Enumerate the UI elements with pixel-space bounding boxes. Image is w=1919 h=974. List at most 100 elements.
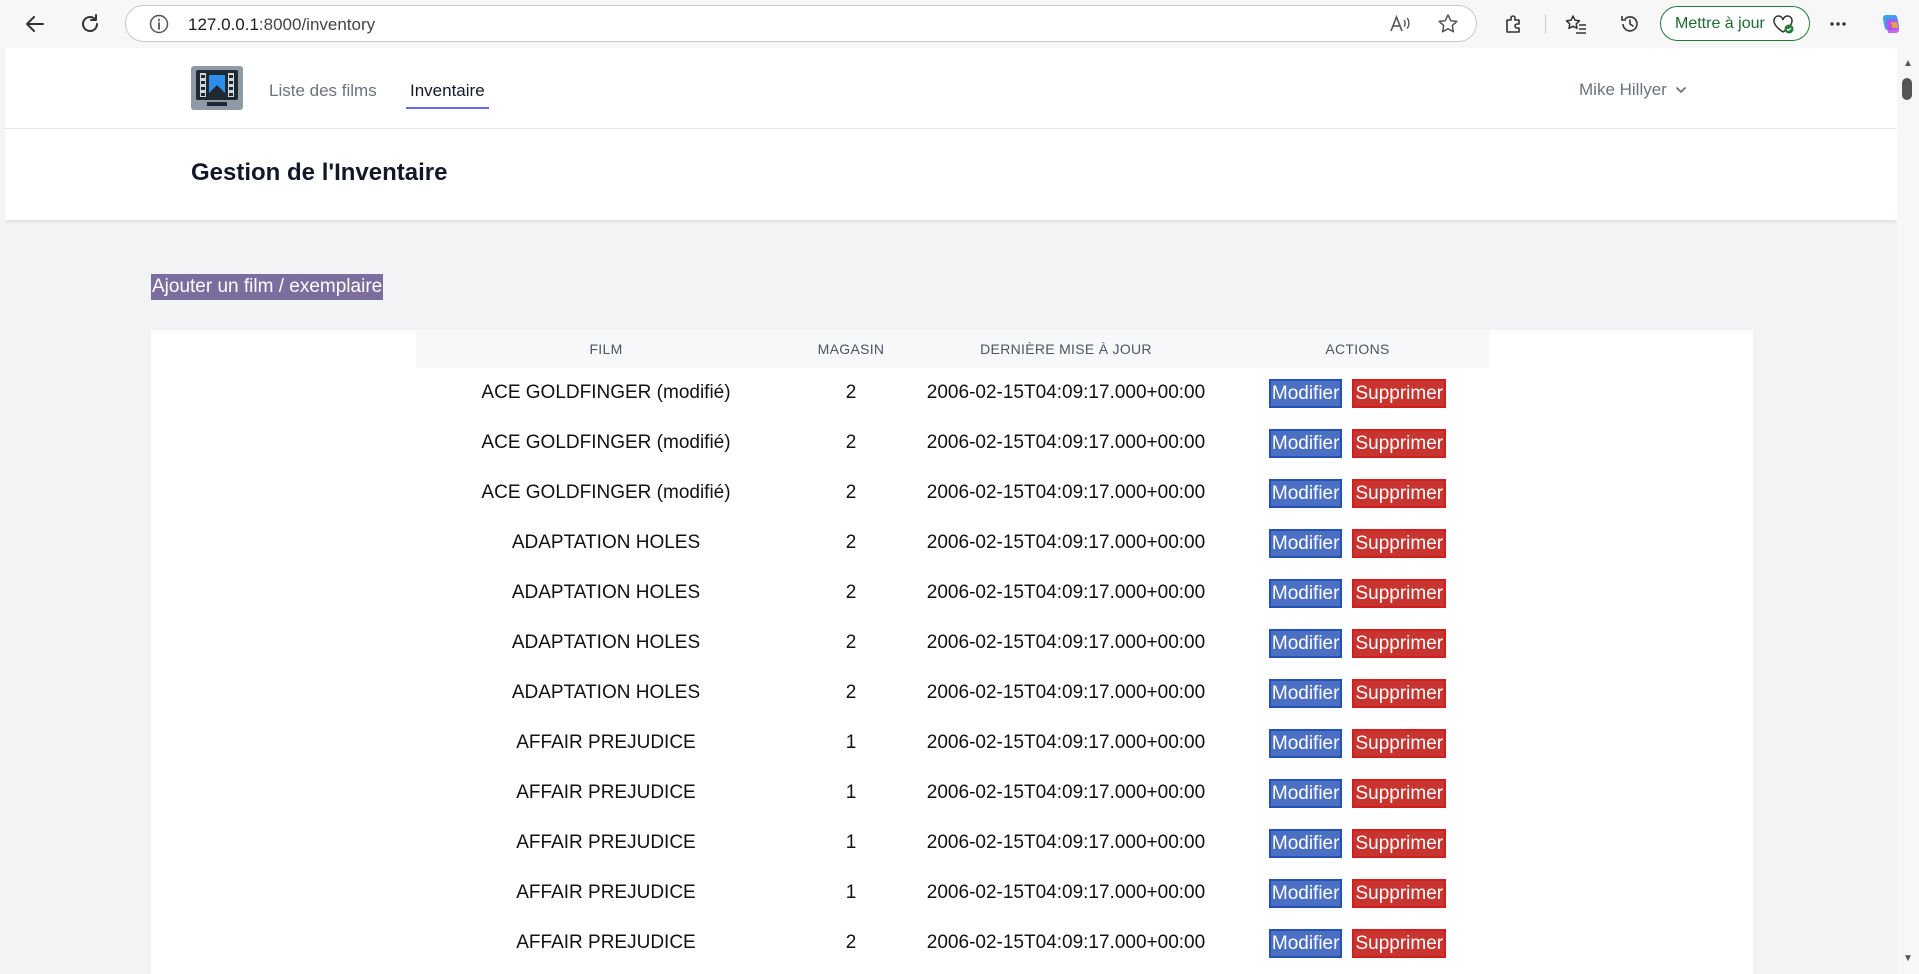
last-update-cell: 2006-02-15T04:09:17.000+00:00	[926, 832, 1206, 853]
actions-cell: Modifier Supprimer	[1226, 918, 1489, 968]
film-cell: ACE GOLDFINGER (modifié)	[481, 482, 731, 503]
table-row: ADAPTATION HOLES 2 2006-02-15T04:09:17.000…	[416, 618, 1489, 668]
delete-button[interactable]: Supprimer	[1352, 678, 1447, 708]
table-row: AFFAIR PREJUDICE 1 2006-02-15T04:09:17.000…	[416, 818, 1489, 868]
scroll-up-arrow-icon[interactable]: ▲	[1903, 58, 1913, 69]
back-button[interactable]	[19, 8, 51, 40]
vertical-scrollbar[interactable]: ▲ ▼	[1897, 48, 1919, 974]
actions-cell: Modifier Supprimer	[1226, 368, 1489, 418]
actions-cell: Modifier Supprimer	[1226, 518, 1489, 568]
store-cell: 1	[845, 882, 857, 903]
actions-cell: Modifier Supprimer	[1226, 418, 1489, 468]
last-update-cell: 2006-02-15T04:09:17.000+00:00	[926, 682, 1206, 703]
film-cell: AFFAIR PREJUDICE	[516, 882, 696, 903]
edit-button[interactable]: Modifier	[1268, 578, 1343, 608]
column-header-last-update: DERNIÈRE MISE À JOUR	[906, 330, 1226, 368]
edit-button[interactable]: Modifier	[1268, 728, 1343, 758]
inventory-table: FILM MAGASIN DERNIÈRE MISE À JOUR ACTION…	[416, 330, 1489, 968]
store-cell: 2	[845, 582, 857, 603]
store-cell: 2	[845, 932, 857, 953]
table-row: ACE GOLDFINGER (modifié) 2 2006-02-15T04:0…	[416, 368, 1489, 418]
table-row: ACE GOLDFINGER (modifié) 2 2006-02-15T04:0…	[416, 468, 1489, 518]
delete-button[interactable]: Supprimer	[1352, 878, 1447, 908]
edit-button[interactable]: Modifier	[1268, 478, 1343, 508]
edit-button[interactable]: Modifier	[1268, 878, 1343, 908]
edit-button[interactable]: Modifier	[1268, 378, 1343, 408]
column-header-actions: ACTIONS	[1226, 330, 1489, 368]
edit-button[interactable]: Modifier	[1268, 678, 1343, 708]
chevron-down-icon	[1675, 86, 1686, 94]
film-cell: AFFAIR PREJUDICE	[516, 782, 696, 803]
add-film-copy-link[interactable]: Ajouter un film / exemplaire	[151, 274, 384, 300]
more-dots-icon	[1830, 22, 1846, 26]
store-cell: 1	[845, 832, 857, 853]
favorites-button[interactable]	[1560, 8, 1592, 40]
puzzle-icon	[1506, 15, 1520, 33]
page-header: Gestion de l'Inventaire	[5, 129, 1897, 220]
nav-link-inventory[interactable]: Inventaire	[406, 81, 489, 109]
edit-button[interactable]: Modifier	[1268, 528, 1343, 558]
heartbeat-badge-icon	[1773, 15, 1794, 34]
edit-button[interactable]: Modifier	[1268, 628, 1343, 658]
actions-cell: Modifier Supprimer	[1226, 818, 1489, 868]
reload-button[interactable]	[74, 8, 106, 40]
film-cell: AFFAIR PREJUDICE	[516, 832, 696, 853]
nav-link-film-list[interactable]: Liste des films	[269, 81, 377, 107]
actions-cell: Modifier Supprimer	[1226, 618, 1489, 668]
scrollbar-thumb[interactable]	[1902, 78, 1912, 100]
last-update-cell: 2006-02-15T04:09:17.000+00:00	[926, 482, 1206, 503]
delete-button[interactable]: Supprimer	[1352, 828, 1447, 858]
delete-button[interactable]: Supprimer	[1352, 528, 1447, 558]
last-update-cell: 2006-02-15T04:09:17.000+00:00	[926, 532, 1206, 553]
delete-button[interactable]: Supprimer	[1352, 478, 1447, 508]
delete-button[interactable]: Supprimer	[1352, 628, 1447, 658]
table-row: AFFAIR PREJUDICE 2 2006-02-15T04:09:17.000…	[416, 918, 1489, 968]
site-info-icon[interactable]	[148, 13, 170, 35]
actions-cell: Modifier Supprimer	[1226, 768, 1489, 818]
film-cell: ACE GOLDFINGER (modifié)	[481, 432, 731, 453]
update-browser-button[interactable]: Mettre à jour	[1660, 6, 1810, 41]
back-arrow-icon	[26, 16, 44, 32]
app-logo[interactable]	[191, 66, 243, 110]
store-cell: 1	[845, 732, 857, 753]
scroll-down-arrow-icon[interactable]: ▼	[1903, 953, 1913, 964]
edit-button[interactable]: Modifier	[1268, 928, 1343, 958]
delete-button[interactable]: Supprimer	[1352, 928, 1447, 958]
copilot-button[interactable]	[1876, 8, 1908, 40]
copilot-icon	[1882, 15, 1900, 33]
delete-button[interactable]: Supprimer	[1352, 578, 1447, 608]
settings-more-button[interactable]	[1822, 8, 1854, 40]
history-button[interactable]	[1614, 8, 1646, 40]
last-update-cell: 2006-02-15T04:09:17.000+00:00	[926, 382, 1206, 403]
last-update-cell: 2006-02-15T04:09:17.000+00:00	[926, 782, 1206, 803]
delete-button[interactable]: Supprimer	[1352, 428, 1447, 458]
actions-cell: Modifier Supprimer	[1226, 468, 1489, 518]
edit-button[interactable]: Modifier	[1268, 428, 1343, 458]
last-update-cell: 2006-02-15T04:09:17.000+00:00	[926, 882, 1206, 903]
read-aloud-icon[interactable]	[1388, 12, 1412, 36]
last-update-cell: 2006-02-15T04:09:17.000+00:00	[926, 582, 1206, 603]
inventory-card: FILM MAGASIN DERNIÈRE MISE À JOUR ACTION…	[151, 330, 1753, 974]
table-row: AFFAIR PREJUDICE 1 2006-02-15T04:09:17.000…	[416, 868, 1489, 918]
delete-button[interactable]: Supprimer	[1352, 778, 1447, 808]
film-cell: AFFAIR PREJUDICE	[516, 932, 696, 953]
actions-cell: Modifier Supprimer	[1226, 868, 1489, 918]
favorites-list-icon	[1565, 15, 1586, 34]
actions-cell: Modifier Supprimer	[1226, 668, 1489, 718]
delete-button[interactable]: Supprimer	[1352, 728, 1447, 758]
store-cell: 1	[845, 782, 857, 803]
film-cell: ADAPTATION HOLES	[511, 682, 701, 703]
edit-button[interactable]: Modifier	[1268, 828, 1343, 858]
address-bar[interactable]: 127.0.0.1:8000/inventory	[125, 5, 1477, 42]
delete-button[interactable]: Supprimer	[1352, 378, 1447, 408]
actions-cell: Modifier Supprimer	[1226, 568, 1489, 618]
extensions-button[interactable]	[1498, 8, 1530, 40]
table-row: ADAPTATION HOLES 2 2006-02-15T04:09:17.000…	[416, 668, 1489, 718]
favorite-star-icon[interactable]	[1436, 12, 1460, 36]
edit-button[interactable]: Modifier	[1268, 778, 1343, 808]
table-row: ACE GOLDFINGER (modifié) 2 2006-02-15T04:0…	[416, 418, 1489, 468]
last-update-cell: 2006-02-15T04:09:17.000+00:00	[926, 932, 1206, 953]
last-update-cell: 2006-02-15T04:09:17.000+00:00	[926, 732, 1206, 753]
table-row: ADAPTATION HOLES 2 2006-02-15T04:09:17.000…	[416, 568, 1489, 618]
user-menu[interactable]: Mike Hillyer	[1579, 80, 1687, 100]
